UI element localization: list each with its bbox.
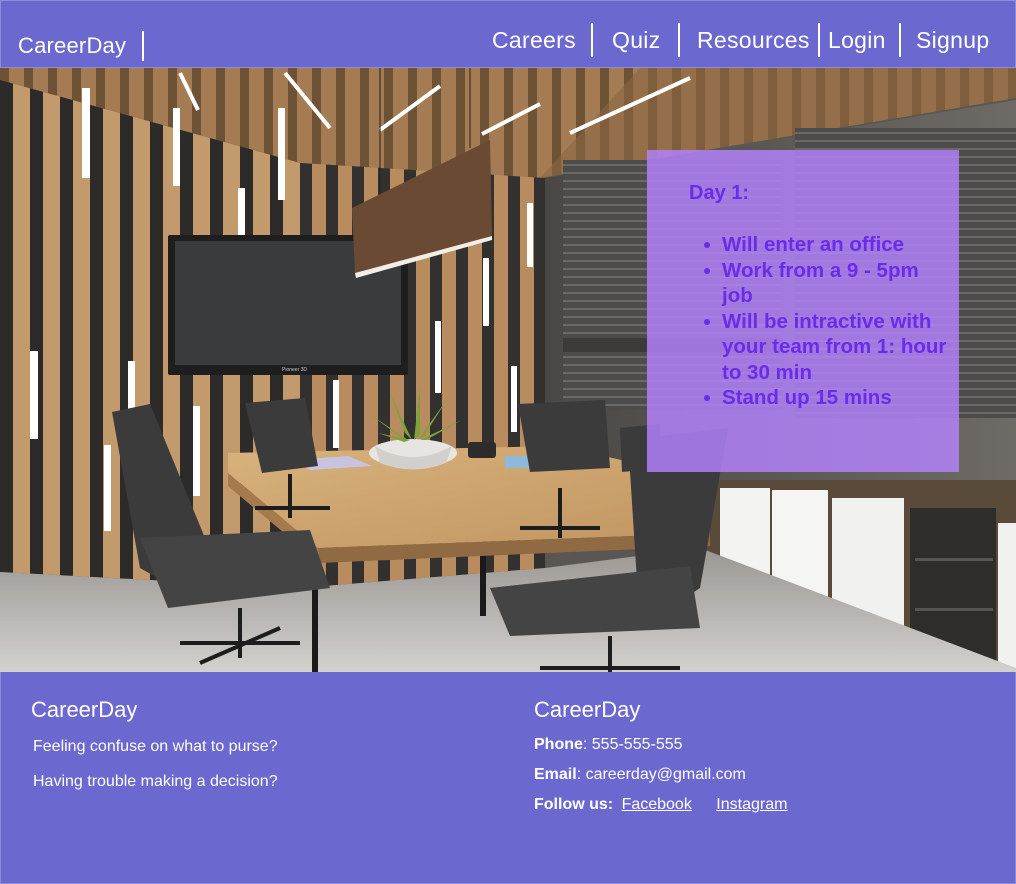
email-value: : careerday@gmail.com (576, 766, 746, 783)
top-navbar: CareerDay Careers Quiz Resources Login S… (0, 0, 1016, 68)
day-info-card: Day 1: Will enter an office Work from a … (647, 150, 959, 472)
footer-phone: Phone: 555-555-555 (534, 736, 683, 754)
list-item: Work from a 9 - 5pm job (689, 258, 949, 309)
brand-divider (142, 31, 144, 61)
nav-link-signup[interactable]: Signup (916, 27, 989, 54)
footer-email: Email: careerday@gmail.com (534, 766, 746, 784)
follow-label: Follow us: (534, 796, 614, 813)
list-item: Will enter an office (689, 232, 949, 258)
day-task-list: Will enter an office Work from a 9 - 5pm… (689, 232, 949, 411)
phone-label: Phone (534, 736, 583, 753)
phone-value: : 555-555-555 (582, 736, 683, 753)
instagram-link[interactable]: Instagram (716, 796, 787, 813)
list-item: Stand up 15 mins (689, 385, 949, 411)
list-item: Will be intractive with your team from 1… (689, 309, 949, 386)
card-title: Day 1: (689, 182, 750, 204)
site-footer: CareerDay Feeling confuse on what to pur… (0, 672, 1016, 884)
footer-social: Follow us: Facebook Instagram (534, 796, 787, 814)
facebook-link[interactable]: Facebook (622, 796, 692, 813)
email-label: Email (534, 766, 577, 783)
nav-divider (591, 23, 593, 57)
footer-brand-right: CareerDay (534, 697, 641, 722)
brand-logo[interactable]: CareerDay (18, 33, 126, 59)
footer-tagline-1: Feeling confuse on what to purse? (33, 738, 278, 755)
nav-link-login[interactable]: Login (828, 27, 886, 54)
nav-divider (899, 23, 901, 57)
footer-brand-left: CareerDay (31, 697, 138, 722)
nav-divider (818, 23, 820, 57)
nav-divider (678, 23, 680, 57)
nav-link-quiz[interactable]: Quiz (612, 27, 661, 54)
nav-link-careers[interactable]: Careers (492, 27, 576, 54)
nav-link-resources[interactable]: Resources (697, 27, 810, 54)
footer-tagline-2: Having trouble making a decision? (33, 773, 278, 790)
tv-brand-label: Pioneer 3D (282, 367, 307, 373)
